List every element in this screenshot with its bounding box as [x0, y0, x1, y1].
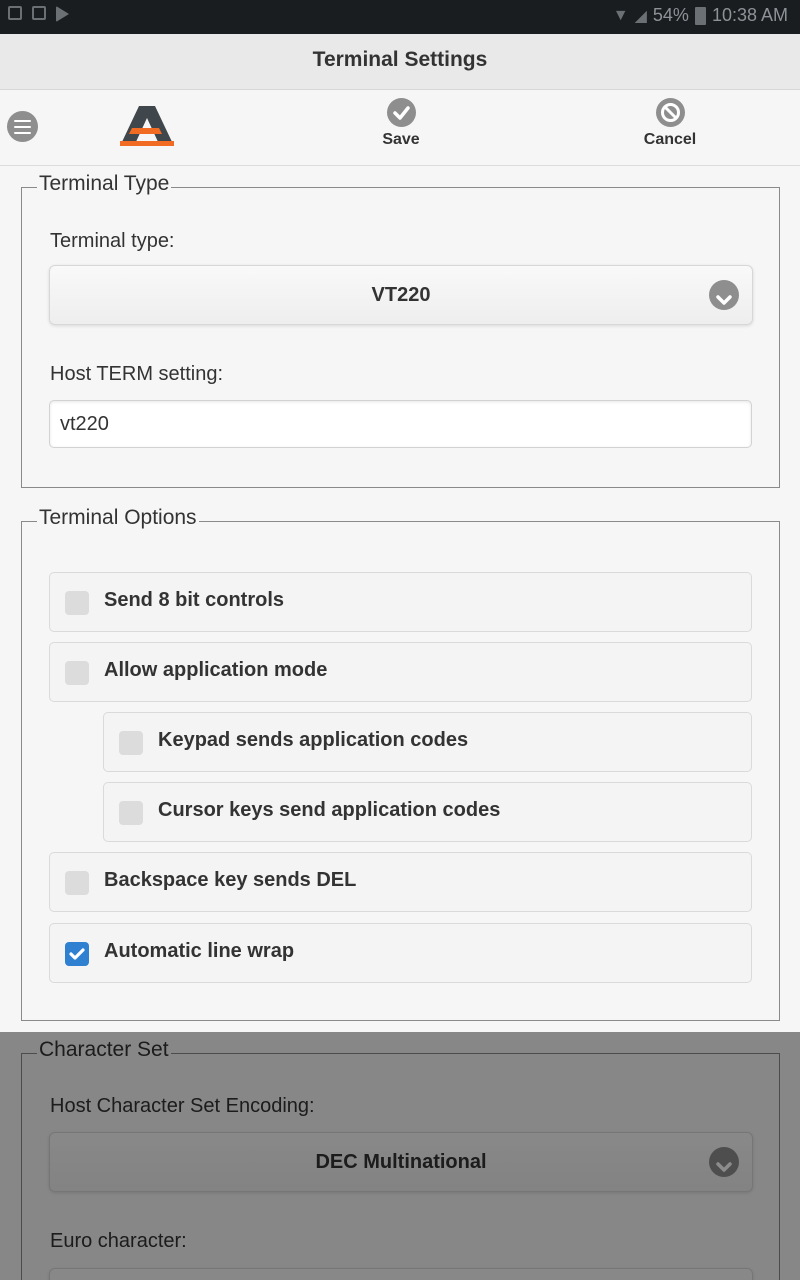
checkbox-allow-application-mode[interactable]: Allow application mode	[49, 642, 752, 702]
chevron-down-icon	[709, 280, 739, 310]
checkbox-keypad-application-codes[interactable]: Keypad sends application codes	[103, 712, 752, 772]
checkbox-cursor-keys-application-codes[interactable]: Cursor keys send application codes	[103, 782, 752, 842]
cancel-button[interactable]: Cancel	[610, 98, 730, 149]
checkbox-icon[interactable]	[65, 591, 89, 615]
play-store-icon	[56, 6, 69, 22]
checkbox-icon[interactable]	[65, 871, 89, 895]
checkbox-label: Keypad sends application codes	[158, 729, 469, 751]
checkbox-label: Send 8 bit controls	[104, 589, 285, 611]
save-button[interactable]: Save	[341, 98, 461, 149]
page-title: Terminal Settings	[0, 34, 800, 90]
battery-percent: 54%	[652, 5, 689, 25]
image-notification-icon	[8, 6, 22, 20]
clock: 10:38 AM	[711, 5, 788, 25]
checkmark-icon	[386, 98, 416, 127]
terminal-type-value: VT220	[371, 284, 431, 306]
checkbox-checked-icon[interactable]	[65, 942, 89, 966]
calendar-notification-icon	[32, 6, 46, 20]
signal-icon: ◢	[634, 7, 647, 25]
checkbox-send-8-bit-controls[interactable]: Send 8 bit controls	[49, 572, 752, 632]
terminal-type-label: Terminal type:	[50, 230, 175, 252]
checkbox-icon[interactable]	[65, 661, 89, 685]
terminal-type-group: Terminal Type Terminal type: VT220 Host …	[21, 172, 780, 488]
terminal-options-group: Terminal Options Send 8 bit controls All…	[21, 506, 780, 1021]
checkbox-label: Cursor keys send application codes	[158, 799, 501, 821]
status-bar: ▼ ◢ 54% 10:38 AM	[0, 0, 800, 34]
dim-overlay	[0, 1032, 800, 1280]
menu-icon[interactable]	[7, 111, 38, 142]
app-logo	[120, 106, 174, 146]
host-term-label: Host TERM setting:	[50, 363, 224, 385]
wifi-icon: ▼	[612, 6, 629, 24]
host-term-input[interactable]: vt220	[49, 400, 752, 448]
checkbox-icon[interactable]	[119, 731, 143, 755]
checkbox-label: Automatic line wrap	[104, 940, 295, 962]
checkbox-label: Backspace key sends DEL	[104, 869, 357, 891]
terminal-type-legend: Terminal Type	[37, 172, 172, 196]
save-label: Save	[382, 131, 420, 148]
checkbox-label: Allow application mode	[104, 659, 328, 681]
cancel-icon	[655, 98, 685, 127]
battery-icon	[694, 6, 706, 25]
checkbox-backspace-sends-del[interactable]: Backspace key sends DEL	[49, 852, 752, 912]
terminal-type-select[interactable]: VT220	[49, 265, 753, 325]
checkbox-icon[interactable]	[119, 801, 143, 825]
checkbox-automatic-line-wrap[interactable]: Automatic line wrap	[49, 923, 752, 983]
terminal-options-legend: Terminal Options	[37, 506, 199, 530]
cancel-label: Cancel	[643, 131, 697, 148]
